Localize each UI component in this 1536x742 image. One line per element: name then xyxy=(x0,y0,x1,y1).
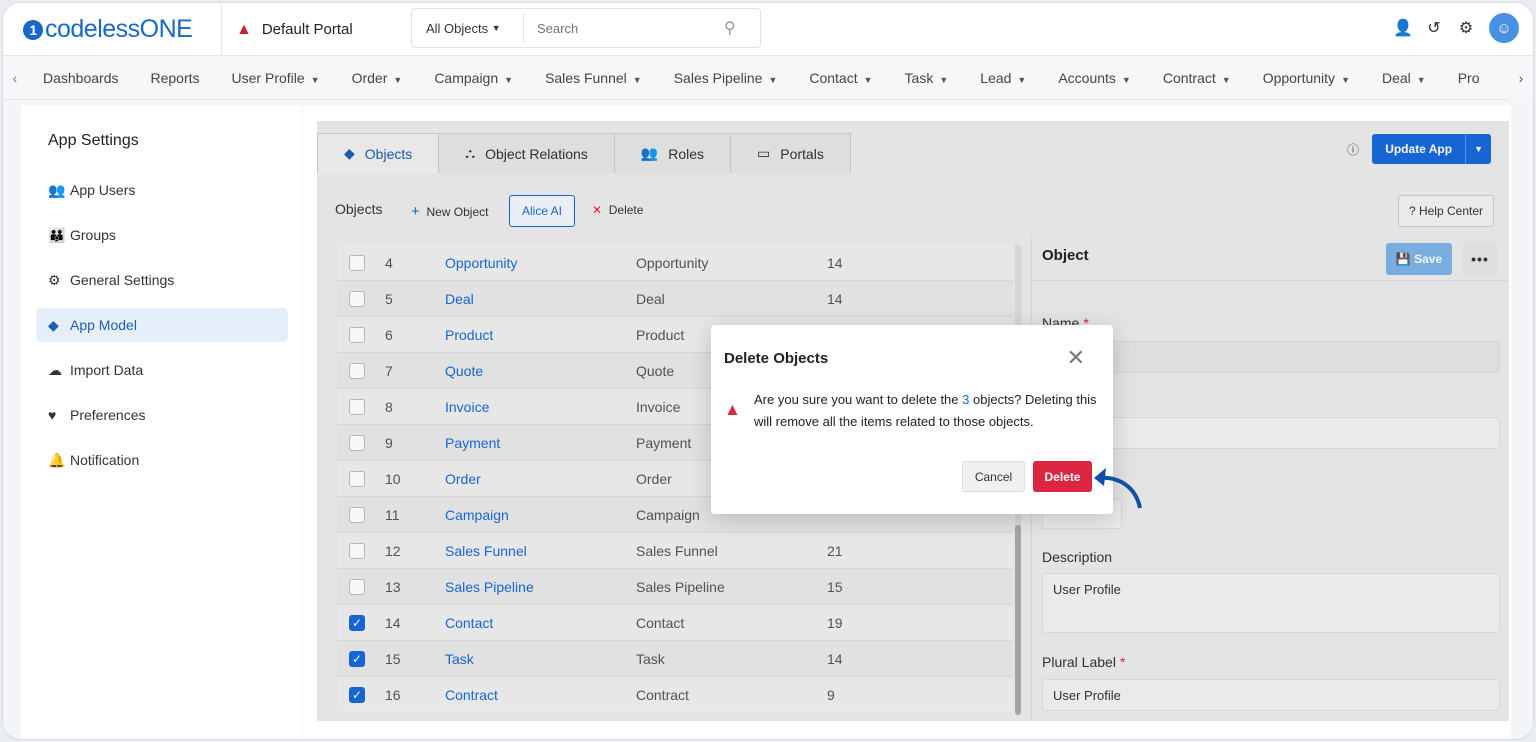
nav-item[interactable]: User Profile ▼ xyxy=(216,70,336,86)
nav-item[interactable]: Dashboards xyxy=(27,70,135,86)
heart-hand-icon: ♥ xyxy=(48,407,57,423)
nav-item-label: Sales Pipeline xyxy=(673,69,763,86)
nav-item-label: Opportunity xyxy=(1262,69,1336,86)
nav-item[interactable]: Task ▼ xyxy=(889,70,965,86)
sidebar-item-label: General Settings xyxy=(70,272,175,288)
nav-item-label: Sales Funnel xyxy=(545,69,627,86)
logo-text: codelessONE xyxy=(45,15,193,43)
sidebar-item-label: Import Data xyxy=(70,362,144,378)
caret-down-icon: ▼ xyxy=(310,74,320,85)
search-bar: All Objects ▼ ⚲ xyxy=(411,8,761,48)
cancel-label: Cancel xyxy=(974,469,1013,484)
sidebar-title: App Settings xyxy=(48,132,139,149)
sidebar-item-app-users[interactable]: 👥 App Users xyxy=(36,173,288,207)
nav-item[interactable]: Campaign ▼ xyxy=(418,70,529,86)
close-icon[interactable]: ✕ xyxy=(1067,345,1085,371)
nav-item-label: User Profile xyxy=(231,69,305,86)
nav-item[interactable]: Opportunity ▼ xyxy=(1247,70,1366,86)
message-text: Are you sure you want to delete the xyxy=(754,392,963,407)
nav-item[interactable]: Order ▼ xyxy=(336,70,419,86)
nav-item[interactable]: Lead ▼ xyxy=(964,70,1042,86)
nav-item[interactable]: Reports xyxy=(135,70,216,86)
nav-item[interactable]: Contract ▼ xyxy=(1147,70,1247,86)
logo-mark-icon: 1 xyxy=(23,19,43,40)
sidebar: App Settings 👥 App Users 👪 Groups ⚙ General S… xyxy=(21,105,302,739)
confirm-delete-button[interactable]: Delete xyxy=(1033,461,1092,492)
caret-down-icon: ▼ xyxy=(632,74,642,85)
nav-item-label: Lead xyxy=(980,69,1012,86)
portal-switcher[interactable]: ▲ Default Portal xyxy=(221,3,353,56)
nav-item-label: Accounts xyxy=(1058,69,1116,86)
caret-down-icon: ▼ xyxy=(1017,74,1027,85)
history-icon[interactable]: ↺ xyxy=(1425,18,1443,38)
sidebar-item-app-model[interactable]: ◆ App Model xyxy=(36,308,288,342)
caret-down-icon: ▼ xyxy=(1221,74,1231,85)
sidebar-item-label: App Model xyxy=(70,317,137,333)
sidebar-item-general-settings[interactable]: ⚙ General Settings xyxy=(36,263,288,297)
logo[interactable]: 1 codelessONE xyxy=(23,15,193,44)
nav-item-label: Contract xyxy=(1162,69,1216,86)
search-scope-label: All Objects xyxy=(426,20,489,36)
nav-scroll-left-icon[interactable]: ‹ xyxy=(3,70,27,86)
avatar[interactable]: ☺ xyxy=(1489,13,1519,43)
caret-down-icon: ▼ xyxy=(1121,74,1131,85)
gear-icon: ⚙ xyxy=(48,271,61,288)
nav-item-label: Campaign xyxy=(434,69,499,86)
pointer-arrow-icon xyxy=(1094,468,1142,509)
sidebar-item-label: Notification xyxy=(70,452,140,468)
portal-name: Default Portal xyxy=(261,21,353,38)
cancel-button[interactable]: Cancel xyxy=(962,461,1025,492)
nav-item-label: Dashboards xyxy=(43,69,119,86)
delete-label: Delete xyxy=(1044,469,1081,484)
top-nav: ‹ Dashboards Reports User Profile ▼ Order ▼ Ca… xyxy=(3,56,1533,100)
header-actions: 👤 ↺ ⚙ ☺ xyxy=(1393,13,1519,43)
nav-item[interactable]: Sales Pipeline ▼ xyxy=(658,70,794,86)
nav-item[interactable]: Contact ▼ xyxy=(793,70,888,86)
bell-icon: 🔔 xyxy=(48,451,66,468)
groups-icon: 👪 xyxy=(48,226,66,243)
dialog-title: Delete Objects xyxy=(724,350,829,367)
delete-objects-dialog: Delete Objects ✕ ▲ Are you sure you want… xyxy=(711,325,1113,514)
sidebar-item-groups[interactable]: 👪 Groups xyxy=(36,218,288,252)
nav-scroll-right-icon[interactable]: › xyxy=(1509,56,1533,100)
users-icon: 👥 xyxy=(48,181,66,198)
caret-down-icon: ▼ xyxy=(1341,74,1350,85)
nav-item[interactable]: Pro xyxy=(1442,70,1496,86)
caret-down-icon: ▼ xyxy=(1416,74,1426,85)
nav-item-label: Pro xyxy=(1457,69,1480,86)
sidebar-item-preferences[interactable]: ♥ Preferences xyxy=(36,398,288,432)
sidebar-item-label: Groups xyxy=(70,227,116,243)
nav-item-label: Order xyxy=(351,69,388,86)
search-icon[interactable]: ⚲ xyxy=(724,18,760,38)
nav-item[interactable]: Accounts ▼ xyxy=(1042,70,1147,86)
add-user-icon[interactable]: 👤 xyxy=(1393,18,1413,38)
gear-icon[interactable]: ⚙ xyxy=(1457,18,1475,38)
portal-icon: ▲ xyxy=(236,20,252,38)
caret-down-icon: ▼ xyxy=(491,23,501,33)
nav-item-label: Contact xyxy=(809,69,858,86)
nav-item[interactable]: Sales Funnel ▼ xyxy=(529,70,658,86)
cube-icon: ◆ xyxy=(48,316,59,333)
top-header: 1 codelessONE ▲ Default Portal All Objects… xyxy=(3,3,1533,56)
caret-down-icon: ▼ xyxy=(939,74,949,85)
sidebar-item-import-data[interactable]: ☁ Import Data xyxy=(36,353,288,387)
nav-item-label: Deal xyxy=(1381,69,1411,86)
nav-item[interactable]: Deal ▼ xyxy=(1366,70,1442,86)
dialog-message: Are you sure you want to delete the 3 ob… xyxy=(754,389,1104,433)
cloud-upload-icon: ☁ xyxy=(48,361,62,378)
sidebar-item-label: Preferences xyxy=(70,407,146,423)
caret-down-icon: ▼ xyxy=(393,74,403,85)
nav-item-label: Reports xyxy=(150,69,200,86)
warning-icon: ▲ xyxy=(724,400,741,419)
search-input[interactable] xyxy=(524,20,724,36)
nav-item-label: Task xyxy=(904,69,934,86)
search-scope-select[interactable]: All Objects ▼ xyxy=(412,14,524,42)
caret-down-icon: ▼ xyxy=(863,74,873,85)
sidebar-item-notification[interactable]: 🔔 Notification xyxy=(36,443,288,477)
sidebar-item-label: App Users xyxy=(70,182,136,198)
caret-down-icon: ▼ xyxy=(768,74,778,85)
caret-down-icon: ▼ xyxy=(504,74,514,85)
